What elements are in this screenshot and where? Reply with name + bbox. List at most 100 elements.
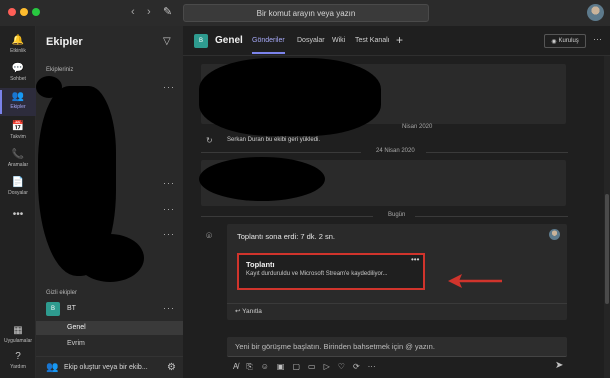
recording-card[interactable]: Toplantı Kayıt durduruldu ve Microsoft S… bbox=[237, 253, 425, 290]
close-window-button[interactable] bbox=[8, 8, 16, 16]
teams-icon: 👥 bbox=[11, 91, 25, 102]
rail-item-activity[interactable]: 🔔 Etkinlik bbox=[0, 32, 36, 60]
compose-placeholder: Yeni bir görüşme başlatın. Birinden bahs… bbox=[235, 342, 435, 351]
scrollbar-thumb[interactable] bbox=[605, 194, 609, 304]
forward-arrow-icon[interactable]: › bbox=[147, 6, 151, 18]
rail-label: Uygulamalar bbox=[3, 338, 33, 344]
gif-icon[interactable]: ▣ bbox=[277, 362, 285, 372]
more-apps-icon[interactable]: ··· bbox=[368, 362, 376, 372]
rail-item-help[interactable]: ? Yardım bbox=[0, 348, 36, 376]
command-search-input[interactable]: Bir komut arayın veya yazın bbox=[183, 4, 429, 22]
panel-title: Ekipler bbox=[46, 36, 83, 48]
team-name[interactable]: BT bbox=[67, 305, 76, 312]
reply-button[interactable]: ↩ Yanıtla bbox=[235, 307, 262, 315]
meeting-card: Toplantı sona erdi: 7 dk. 2 sn. Toplantı… bbox=[227, 224, 567, 320]
help-icon: ? bbox=[15, 351, 21, 362]
redaction bbox=[76, 234, 144, 282]
rail-item-more[interactable]: ••• bbox=[0, 206, 36, 234]
calendar-icon: 📅 bbox=[11, 121, 25, 132]
rail-item-apps[interactable]: ▦ Uygulamalar bbox=[0, 322, 36, 350]
org-button-label: Kuruluş bbox=[558, 38, 579, 44]
gear-icon[interactable]: ⚙ bbox=[167, 362, 176, 373]
team-options-icon[interactable]: ··· bbox=[163, 229, 175, 239]
reply-icon: ↩ bbox=[235, 308, 241, 315]
phone-icon: 📞 bbox=[11, 149, 25, 160]
rail-label: Takvim bbox=[10, 134, 26, 140]
chat-icon: 💬 bbox=[11, 63, 25, 74]
join-team-icon[interactable]: 👥 bbox=[46, 362, 58, 373]
app-rail: 🔔 Etkinlik 💬 Sohbet 👥 Ekipler 📅 Takvim 📞… bbox=[0, 26, 36, 378]
video-camera-icon: ⌾ bbox=[206, 231, 212, 242]
team-options-icon[interactable]: ··· bbox=[163, 204, 175, 214]
divider bbox=[201, 152, 361, 153]
date-separator-today: Bugün bbox=[388, 212, 406, 218]
channel-main: B Genel Gönderiler Dosyalar Wiki Test Ka… bbox=[183, 26, 610, 378]
stream-icon[interactable]: ▷ bbox=[324, 362, 330, 372]
tab-wiki[interactable]: Wiki bbox=[332, 37, 345, 44]
reply-label: Yanıtla bbox=[242, 308, 262, 315]
zoom-window-button[interactable] bbox=[32, 8, 40, 16]
divider bbox=[426, 152, 568, 153]
recording-status: Kayıt durduruldu ve Microsoft Stream'e k… bbox=[246, 271, 388, 277]
rail-label: Aramalar bbox=[7, 162, 29, 168]
team-options-icon[interactable]: ··· bbox=[163, 178, 175, 188]
send-icon[interactable]: ➤ bbox=[555, 360, 563, 371]
divider bbox=[227, 303, 567, 304]
search-placeholder: Bir komut arayın veya yazın bbox=[256, 8, 356, 18]
add-tab-icon[interactable]: + bbox=[396, 33, 403, 47]
section-your-teams: Ekipleriniz bbox=[46, 67, 74, 73]
annotation-arrow-icon bbox=[448, 274, 502, 288]
user-avatar[interactable] bbox=[587, 4, 604, 21]
org-button[interactable]: ◉ Kuruluş bbox=[544, 34, 586, 48]
channel-badge: B bbox=[194, 34, 208, 48]
restore-icon: ↻ bbox=[206, 136, 213, 145]
section-hidden-teams: Gizli ekipler bbox=[46, 290, 78, 296]
praise-icon[interactable]: ♡ bbox=[338, 362, 345, 372]
team-options-icon[interactable]: ··· bbox=[163, 82, 175, 92]
tab-posts[interactable]: Gönderiler bbox=[252, 37, 285, 54]
redaction bbox=[199, 58, 381, 136]
rail-label: Yardım bbox=[10, 364, 26, 370]
channel-item-general[interactable]: Genel bbox=[36, 321, 183, 335]
join-or-create-team-link[interactable]: Ekip oluştur veya bir ekib... bbox=[64, 364, 148, 371]
meeting-ended-text: Toplantı sona erdi: 7 dk. 2 sn. bbox=[237, 232, 335, 241]
rail-item-teams[interactable]: 👥 Ekipler bbox=[0, 88, 36, 116]
channel-header: B Genel Gönderiler Dosyalar Wiki Test Ka… bbox=[183, 26, 610, 56]
team-options-icon[interactable]: ··· bbox=[163, 303, 175, 313]
rail-item-chat[interactable]: 💬 Sohbet bbox=[0, 60, 36, 88]
recording-more-icon[interactable]: ••• bbox=[411, 255, 419, 264]
rail-label: Ekipler bbox=[10, 104, 26, 110]
recording-title: Toplantı bbox=[246, 260, 275, 269]
rail-label: Etkinlik bbox=[10, 48, 26, 54]
new-chat-icon[interactable]: ✎ bbox=[163, 5, 172, 18]
divider bbox=[201, 216, 373, 217]
back-arrow-icon[interactable]: ‹ bbox=[131, 6, 135, 18]
files-icon: 📄 bbox=[11, 177, 25, 188]
rail-item-calls[interactable]: 📞 Aramalar bbox=[0, 146, 36, 174]
loop-icon[interactable]: ⟳ bbox=[353, 362, 360, 372]
date-separator: Nisan 2020 bbox=[402, 124, 433, 130]
channel-item-evrim[interactable]: Evrim bbox=[36, 337, 183, 351]
compose-input[interactable]: Yeni bir görüşme başlatın. Birinden bahs… bbox=[227, 337, 567, 357]
filter-icon[interactable]: ▽ bbox=[163, 36, 171, 47]
team-badge: B bbox=[46, 302, 60, 316]
tab-files[interactable]: Dosyalar bbox=[297, 37, 325, 44]
rail-item-calendar[interactable]: 📅 Takvim bbox=[0, 118, 36, 146]
meet-now-icon[interactable]: ▭ bbox=[308, 362, 316, 372]
minimize-window-button[interactable] bbox=[20, 8, 28, 16]
date-separator: 24 Nisan 2020 bbox=[376, 148, 415, 154]
format-icon[interactable]: A̸ bbox=[233, 362, 238, 372]
channel-title: Genel bbox=[215, 35, 243, 46]
rail-item-files[interactable]: 📄 Dosyalar bbox=[0, 174, 36, 202]
rail-label: Sohbet bbox=[10, 76, 26, 82]
apps-icon: ▦ bbox=[13, 325, 23, 336]
attach-icon[interactable]: ⎘ bbox=[246, 362, 252, 372]
divider bbox=[415, 216, 568, 217]
title-bar: ‹ › ✎ Bir komut arayın veya yazın bbox=[0, 0, 610, 26]
bell-icon: 🔔 bbox=[11, 35, 25, 46]
sticker-icon[interactable]: ▢ bbox=[292, 362, 300, 372]
tab-test-channel[interactable]: Test Kanalı bbox=[355, 37, 390, 44]
avatar[interactable] bbox=[549, 229, 560, 240]
more-options-icon[interactable]: ··· bbox=[593, 34, 602, 44]
emoji-icon[interactable]: ☺ bbox=[261, 362, 269, 372]
